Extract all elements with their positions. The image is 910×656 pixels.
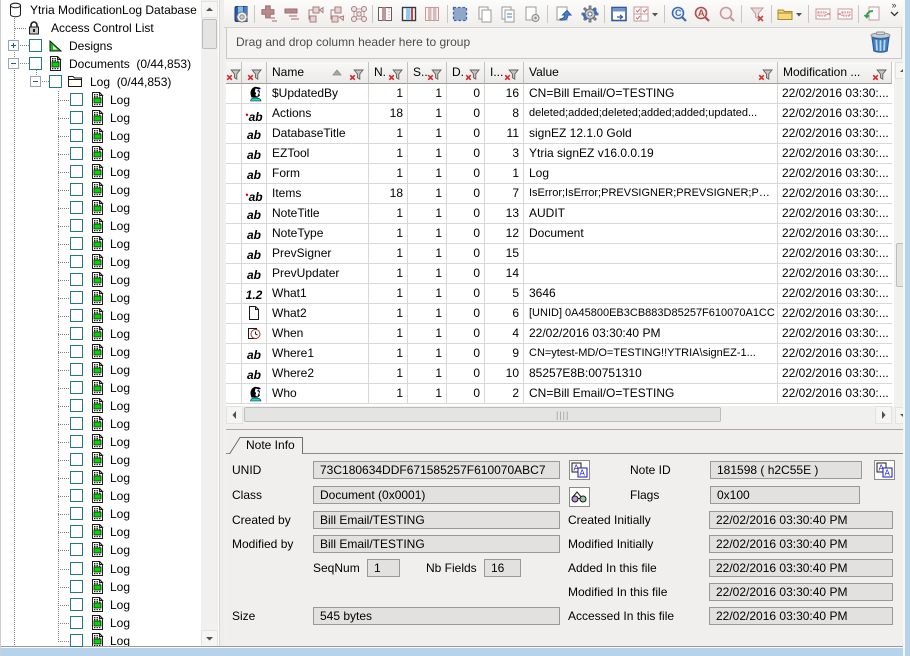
- svg-text:A: A: [885, 469, 891, 478]
- svg-text:A: A: [698, 8, 705, 18]
- svg-text:A: A: [580, 469, 586, 478]
- svg-text:C: C: [675, 8, 682, 18]
